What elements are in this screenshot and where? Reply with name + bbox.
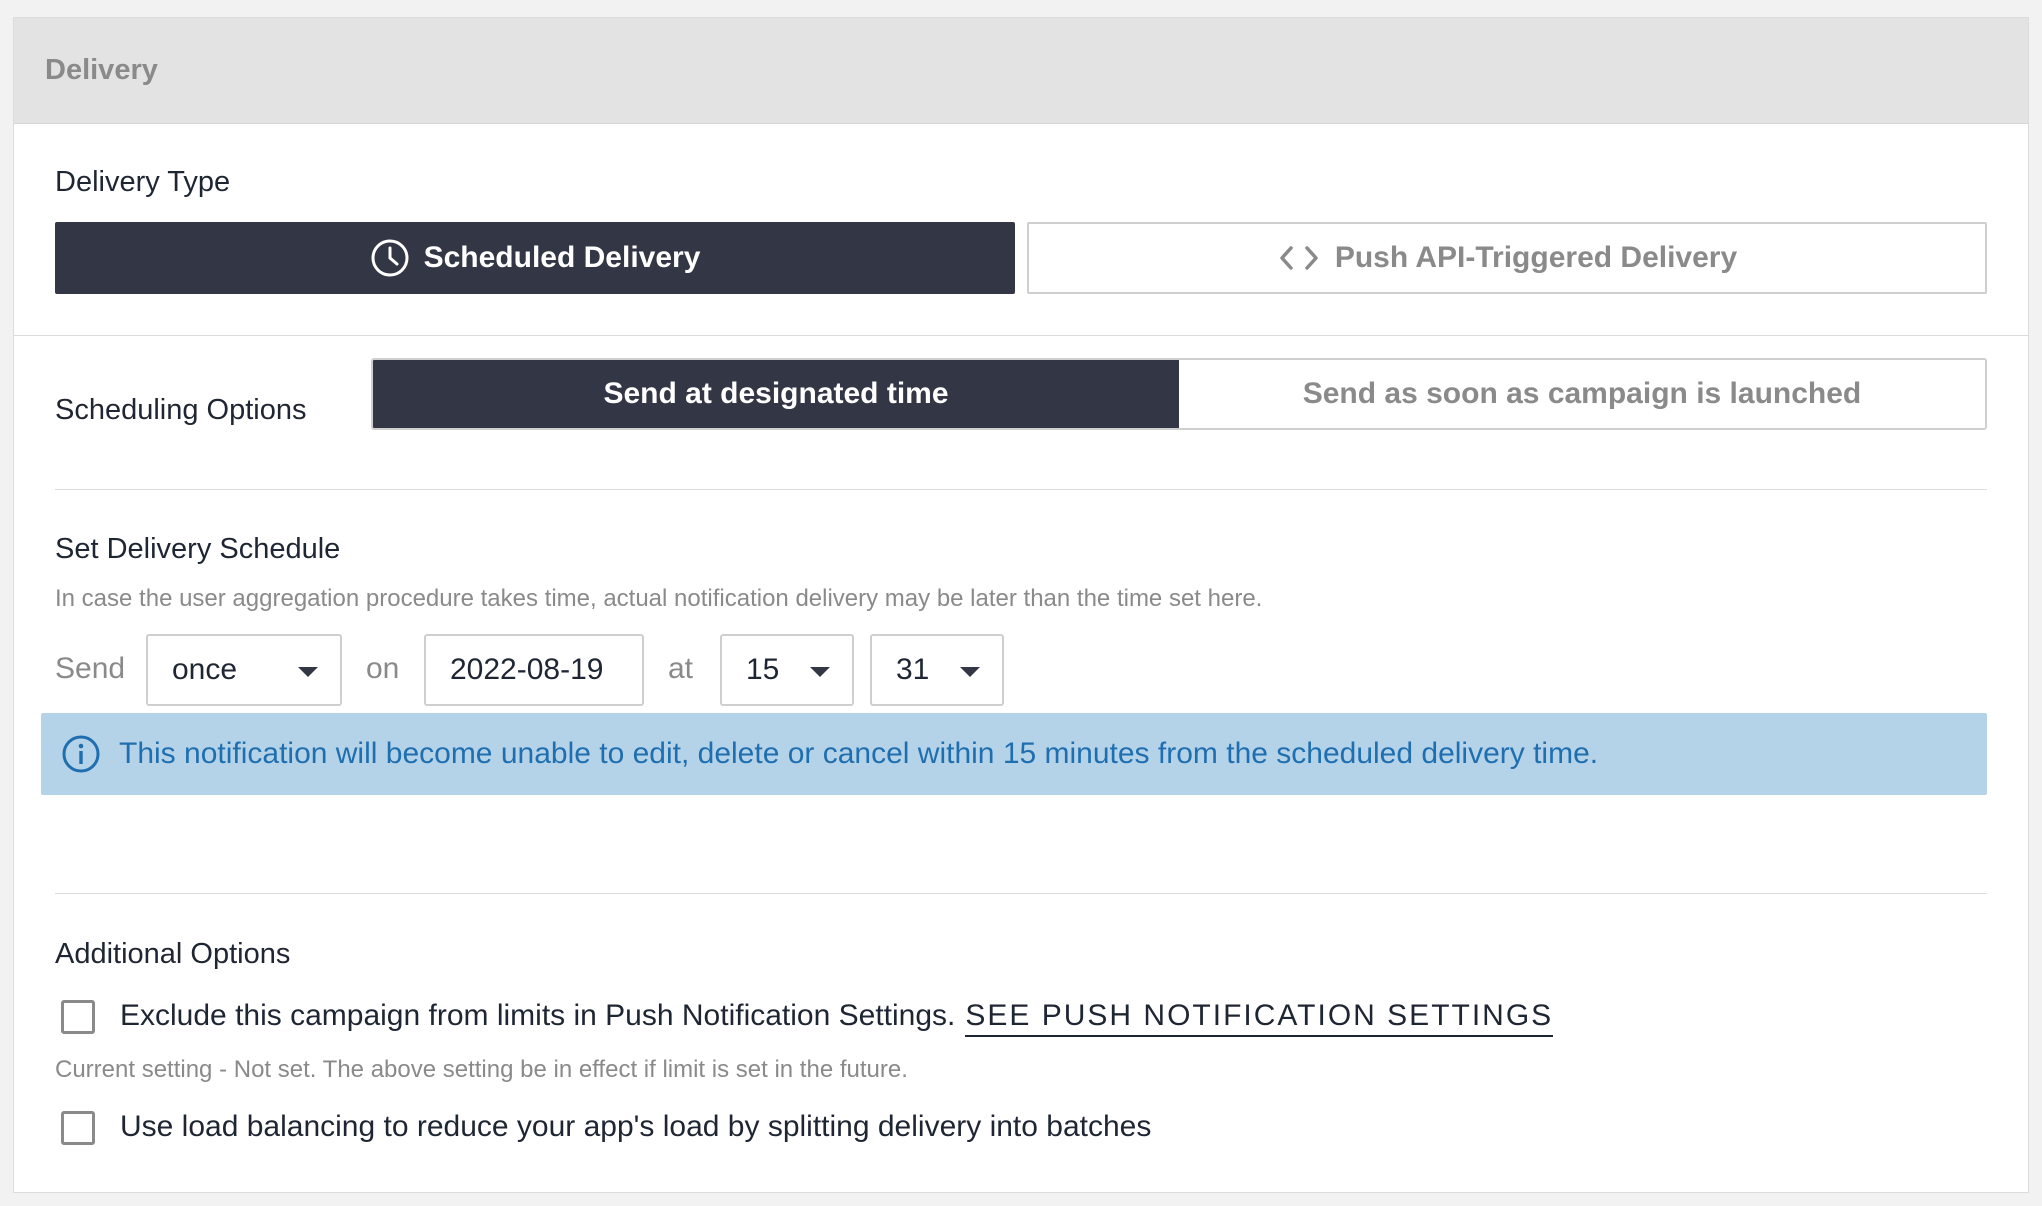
minute-value: 31 xyxy=(896,653,930,686)
at-label: at xyxy=(668,652,694,685)
date-value: 2022-08-19 xyxy=(450,653,604,686)
chevron-down-icon xyxy=(298,667,318,677)
frequency-value: once xyxy=(172,653,238,686)
panel-title: Delivery xyxy=(45,54,158,86)
clock-icon xyxy=(371,239,409,277)
panel-header: Delivery xyxy=(14,18,2028,124)
info-message: This notification will become unable to … xyxy=(119,737,1599,770)
api-triggered-delivery-label: Push API-Triggered Delivery xyxy=(1334,241,1738,274)
divider xyxy=(55,489,1987,490)
additional-options-heading: Additional Options xyxy=(55,938,291,970)
schedule-hint: In case the user aggregation procedure t… xyxy=(55,585,1263,612)
on-label: on xyxy=(366,652,400,685)
scheduled-delivery-button[interactable]: Scheduled Delivery xyxy=(55,222,1015,294)
see-push-settings-link[interactable]: SEE PUSH NOTIFICATION SETTINGS xyxy=(965,999,1554,1037)
hour-select[interactable]: 15 xyxy=(720,634,854,706)
divider xyxy=(55,893,1987,894)
send-designated-time-label: Send at designated time xyxy=(603,377,949,410)
info-icon xyxy=(62,735,100,773)
send-label: Send xyxy=(55,652,126,685)
divider xyxy=(14,335,2028,336)
chevron-down-icon xyxy=(810,667,830,677)
send-on-launch-label: Send as soon as campaign is launched xyxy=(1302,377,1862,410)
hour-value: 15 xyxy=(746,653,780,686)
chevron-down-icon xyxy=(960,667,980,677)
code-icon xyxy=(1280,246,1318,270)
exclude-limits-row: Exclude this campaign from limits in Pus… xyxy=(120,999,1554,1037)
minute-select[interactable]: 31 xyxy=(870,634,1004,706)
scheduling-options-heading: Scheduling Options xyxy=(55,394,307,426)
current-setting-note: Current setting - Not set. The above set… xyxy=(55,1056,908,1083)
scheduling-options-toggle: Send at designated time Send as soon as … xyxy=(371,358,1987,430)
exclude-limits-checkbox[interactable] xyxy=(61,1000,95,1034)
exclude-limits-label: Exclude this campaign from limits in Pus… xyxy=(120,999,956,1032)
delivery-type-heading: Delivery Type xyxy=(55,166,231,198)
set-delivery-schedule-heading: Set Delivery Schedule xyxy=(55,533,341,565)
api-triggered-delivery-button[interactable]: Push API-Triggered Delivery xyxy=(1027,222,1987,294)
info-banner: This notification will become unable to … xyxy=(41,713,1987,795)
load-balancing-label: Use load balancing to reduce your app's … xyxy=(120,1110,1152,1143)
scheduled-delivery-label: Scheduled Delivery xyxy=(423,241,701,274)
send-on-launch-button[interactable]: Send as soon as campaign is launched xyxy=(1179,360,1985,428)
send-designated-time-button[interactable]: Send at designated time xyxy=(373,360,1179,428)
date-input[interactable]: 2022-08-19 xyxy=(424,634,644,706)
frequency-select[interactable]: once xyxy=(146,634,342,706)
load-balancing-checkbox[interactable] xyxy=(61,1111,95,1145)
